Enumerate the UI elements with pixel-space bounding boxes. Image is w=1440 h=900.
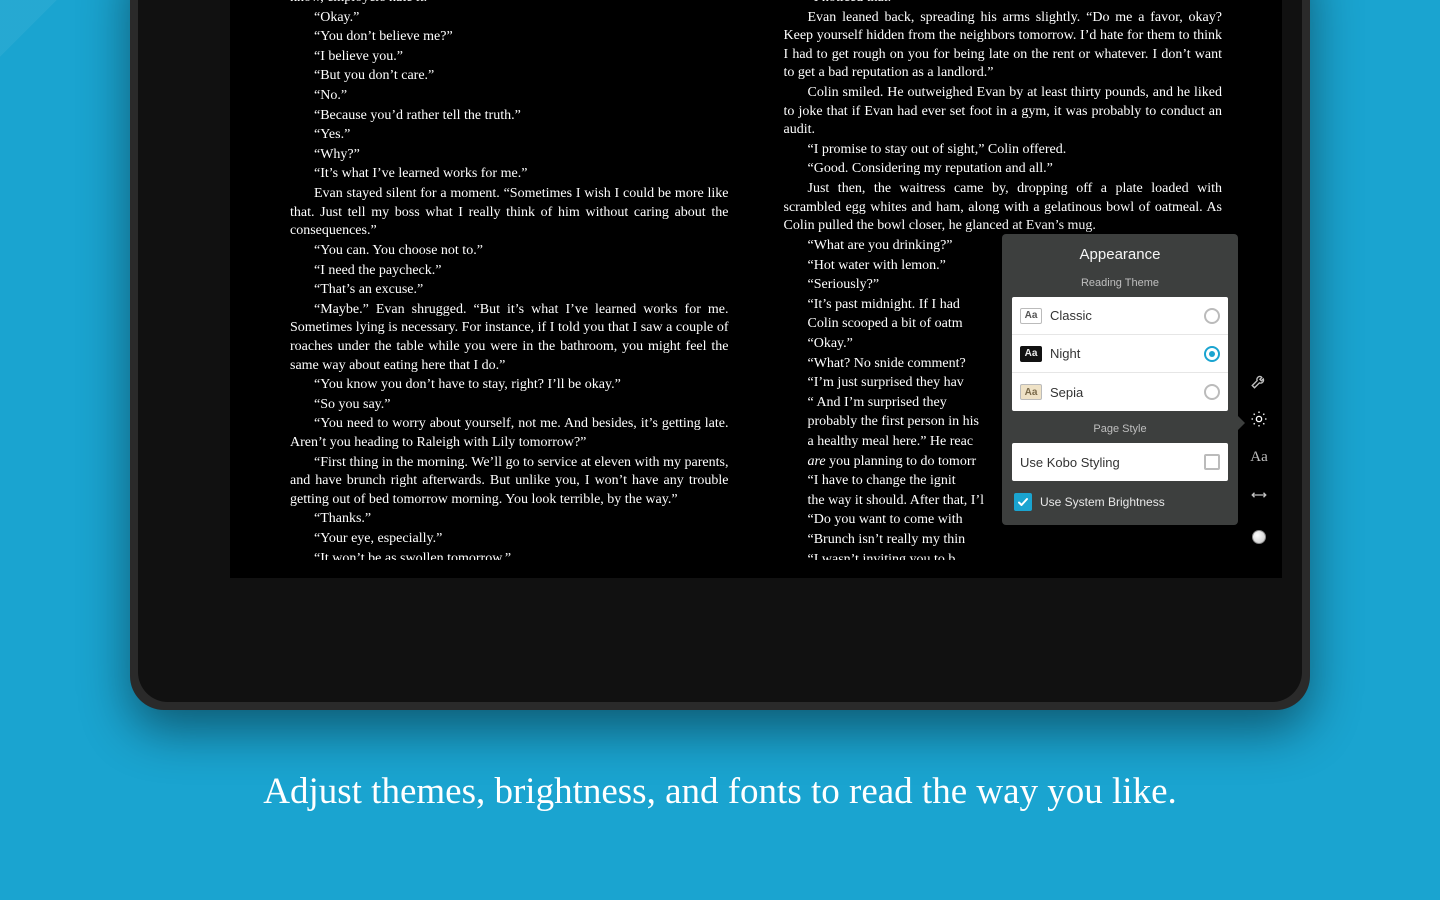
system-brightness-toggle[interactable]: Use System Brightness bbox=[1002, 481, 1238, 525]
theme-option-night[interactable]: Aa Night bbox=[1012, 335, 1228, 373]
text-line: “I believe you.” bbox=[290, 48, 729, 67]
radio-icon bbox=[1204, 346, 1220, 362]
text-line: know, employers hate it.” bbox=[290, 0, 729, 8]
kobo-styling-label: Use Kobo Styling bbox=[1020, 455, 1120, 470]
theme-option-classic[interactable]: Aa Classic bbox=[1012, 297, 1228, 335]
theme-option-sepia[interactable]: Aa Sepia bbox=[1012, 373, 1228, 411]
wrench-icon[interactable] bbox=[1250, 372, 1268, 390]
text-line: “Thanks.” bbox=[290, 510, 729, 529]
theme-swatch-icon: Aa bbox=[1020, 346, 1042, 362]
theme-swatch-icon: Aa bbox=[1020, 308, 1042, 324]
reader-screen: See Me CHAPTER 1: Colin - 3 of 8 know, e… bbox=[230, 0, 1282, 578]
text-line: “You don’t believe me?” bbox=[290, 28, 729, 47]
text-line: “I noticed that.” bbox=[784, 0, 1223, 8]
theme-list: Aa Classic Aa Night Aa Sepia bbox=[1012, 297, 1228, 411]
checkbox-checked-icon bbox=[1014, 493, 1032, 511]
text-line: “But you don’t care.” bbox=[290, 67, 729, 86]
kobo-styling-toggle[interactable]: Use Kobo Styling bbox=[1012, 443, 1228, 481]
text-line: “No.” bbox=[290, 87, 729, 106]
text-line: “You can. You choose not to.” bbox=[290, 242, 729, 261]
text-line: Just then, the waitress came by, droppin… bbox=[784, 180, 1223, 236]
radio-icon bbox=[1204, 384, 1220, 400]
width-icon[interactable] bbox=[1250, 486, 1268, 504]
text-line: “Maybe.” Evan shrugged. “But it’s what I… bbox=[290, 301, 729, 375]
text-line: “So you say.” bbox=[290, 396, 729, 415]
radio-icon bbox=[1204, 308, 1220, 324]
text-line: “I need the paycheck.” bbox=[290, 262, 729, 281]
font-icon[interactable]: Aa bbox=[1250, 448, 1268, 466]
checkbox-icon bbox=[1204, 454, 1220, 470]
text-line: “First thing in the morning. We’ll go to… bbox=[290, 454, 729, 510]
text-line: Evan leaned back, spreading his arms sli… bbox=[784, 9, 1223, 83]
tablet-frame: See Me CHAPTER 1: Colin - 3 of 8 know, e… bbox=[130, 0, 1310, 710]
text-line: “Yes.” bbox=[290, 126, 729, 145]
text-line: Evan stayed silent for a moment. “Someti… bbox=[290, 185, 729, 241]
theme-swatch-icon: Aa bbox=[1020, 384, 1042, 400]
text-line: “Brunch isn’t really my thin bbox=[784, 531, 1223, 550]
text-line: “Your eye, especially.” bbox=[290, 530, 729, 549]
reading-theme-label: Reading Theme bbox=[1002, 271, 1238, 297]
text-line: “You need to worry about yourself, not m… bbox=[290, 415, 729, 452]
appearance-panel: Appearance Reading Theme Aa Classic Aa N… bbox=[1002, 234, 1238, 525]
text-line: “It’s what I’ve learned works for me.” bbox=[290, 165, 729, 184]
left-page[interactable]: know, employers hate it.”“Okay.”“You don… bbox=[290, 0, 729, 560]
page-style-label: Page Style bbox=[1002, 411, 1238, 443]
theme-label: Classic bbox=[1050, 308, 1092, 323]
settings-rail: Aa bbox=[1244, 372, 1274, 544]
text-line: “Because you’d rather tell the truth.” bbox=[290, 107, 729, 126]
theme-label: Sepia bbox=[1050, 385, 1083, 400]
theme-label: Night bbox=[1050, 346, 1080, 361]
panel-title: Appearance bbox=[1002, 234, 1238, 271]
text-line: “Why?” bbox=[290, 146, 729, 165]
brightness-icon[interactable] bbox=[1250, 410, 1268, 428]
text-line: Colin smiled. He outweighed Evan by at l… bbox=[784, 84, 1223, 140]
text-line: “That’s an excuse.” bbox=[290, 281, 729, 300]
promo-caption: Adjust themes, brightness, and fonts to … bbox=[0, 770, 1440, 813]
text-line: “I promise to stay out of sight,” Colin … bbox=[784, 141, 1223, 160]
text-line: “You know you don’t have to stay, right?… bbox=[290, 376, 729, 395]
text-line: “Good. Considering my reputation and all… bbox=[784, 160, 1223, 179]
text-line: “Okay.” bbox=[290, 9, 729, 28]
system-brightness-label: Use System Brightness bbox=[1040, 495, 1165, 509]
page-indicator-icon[interactable] bbox=[1252, 530, 1266, 544]
text-line: “It won’t be as swollen tomorrow.” bbox=[290, 550, 729, 560]
text-line: “I wasn’t inviting you to b bbox=[784, 551, 1223, 560]
